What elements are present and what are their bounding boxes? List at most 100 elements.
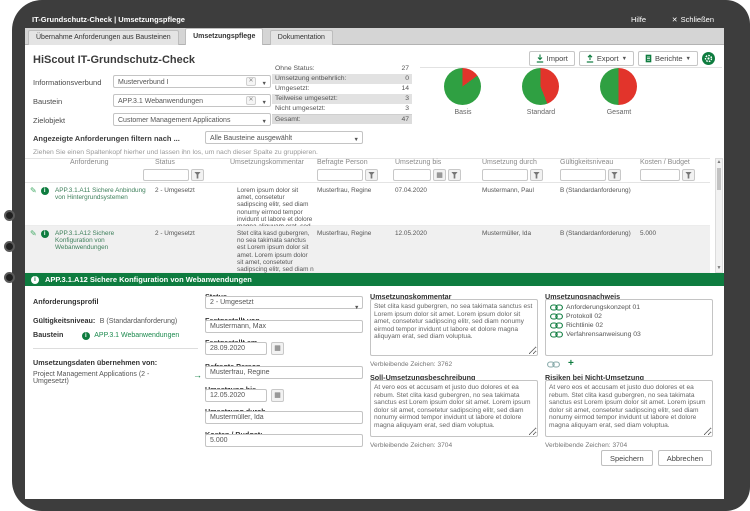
cell-status: 2 - Umgesetzt bbox=[155, 187, 227, 194]
festgestellt-von-input[interactable] bbox=[205, 320, 363, 333]
tab-umsetzungspflege[interactable]: Umsetzungspflege bbox=[185, 28, 263, 45]
filter-button[interactable] bbox=[365, 169, 378, 181]
status-summary-table: Ohne Status:27 Umsetzung entbehrlich:0 U… bbox=[272, 64, 412, 124]
risiken-counter: Verbleibende Zeichen: 3704 bbox=[545, 442, 627, 449]
nachweis-item[interactable]: Verfahrensanweisung 03 bbox=[550, 330, 708, 339]
cell-status: 2 - Umgesetzt bbox=[155, 230, 227, 237]
chevron-down-icon: ▼ bbox=[262, 117, 267, 128]
baustein-select[interactable]: APP.3.1 Webanwendungen ✕ ▼ bbox=[113, 94, 271, 107]
kosten-filter-input[interactable] bbox=[640, 169, 680, 181]
filter-button[interactable] bbox=[530, 169, 543, 181]
soll-beschreibung-textarea[interactable]: At vero eos et accusam et justo duo dolo… bbox=[370, 380, 538, 437]
link-icon bbox=[550, 304, 563, 311]
cell-umsetzung-durch: Mustermüller, Ida bbox=[482, 230, 556, 237]
summary-row: Ohne Status:27 bbox=[272, 64, 412, 74]
table-scrollbar[interactable]: ▲ ▼ bbox=[715, 158, 723, 273]
save-button[interactable]: Speichern bbox=[601, 450, 653, 466]
informationsverbund-select[interactable]: Musterverbund I ✕ ▼ bbox=[113, 75, 271, 88]
table-row[interactable]: ✎ i APP.3.1.A12 Sichere Konfiguration vo… bbox=[25, 226, 710, 273]
cell-gueltigkeitsniveau: B (Standardanforderung) bbox=[560, 187, 638, 194]
help-link[interactable]: Hilfe bbox=[631, 15, 646, 24]
close-button[interactable]: ✕Schließen bbox=[672, 15, 714, 24]
detail-header-bar[interactable]: i APP.3.1.A12 Sichere Konfiguration von … bbox=[25, 273, 724, 286]
info-icon[interactable]: i bbox=[41, 230, 49, 238]
cell-anforderung[interactable]: APP.3.1.A12 Sichere Konfiguration von We… bbox=[55, 230, 147, 252]
umsetzungskommentar-textarea[interactable]: Stet clita kasd gubergren, no sea takima… bbox=[370, 299, 538, 356]
baustein-link[interactable]: APP.3.1 Webanwendungen bbox=[94, 332, 179, 339]
calendar-button[interactable]: ▦ bbox=[271, 389, 284, 402]
pie-label-standard: Standard bbox=[509, 109, 573, 116]
tab-uebernahme-anforderungen[interactable]: Übernahme Anforderungen aus Bausteinen bbox=[28, 30, 179, 45]
scroll-up-icon[interactable]: ▲ bbox=[716, 159, 722, 166]
info-icon[interactable]: i bbox=[41, 187, 49, 195]
column-header-umsetzung-durch[interactable]: Umsetzung durch bbox=[482, 159, 556, 166]
link-icon bbox=[550, 322, 563, 329]
column-header-anforderung[interactable]: Anforderung bbox=[70, 159, 162, 166]
column-header-befragte-person[interactable]: Befragte Person bbox=[317, 159, 387, 166]
column-header-status[interactable]: Status bbox=[155, 159, 227, 166]
bausteine-filter-select[interactable]: Alle Bausteine ausgewählt ▼ bbox=[205, 131, 363, 144]
umsetzung-bis-filter-input[interactable] bbox=[393, 169, 431, 181]
close-icon: ✕ bbox=[672, 17, 678, 24]
column-header-umsetzungskommentar[interactable]: Umsetzungskommentar bbox=[230, 159, 308, 166]
column-header-kosten-budget[interactable]: Kosten / Budget bbox=[640, 159, 702, 166]
befragte-person-filter-input[interactable] bbox=[317, 169, 363, 181]
kosten-budget-input[interactable] bbox=[205, 434, 363, 447]
settings-button[interactable] bbox=[702, 52, 715, 65]
app-screen: IT-Grundschutz-Check | Umsetzungspflege … bbox=[25, 11, 724, 499]
link-icon bbox=[550, 331, 563, 338]
nachweis-list: Anforderungskonzept 01 Protokoll 02 Rich… bbox=[545, 299, 713, 356]
filter-button[interactable] bbox=[448, 169, 461, 181]
cell-befragte-person: Musterfrau, Regine bbox=[317, 187, 387, 194]
table-row[interactable]: ✎ i APP.3.1.A11 Sichere Anbindung von Hi… bbox=[25, 183, 710, 226]
clear-icon[interactable]: ✕ bbox=[246, 96, 256, 105]
add-nachweis-button[interactable]: + bbox=[568, 360, 574, 368]
befragte-person-input[interactable] bbox=[205, 366, 363, 379]
scrollbar-thumb[interactable] bbox=[717, 168, 721, 190]
cancel-button[interactable]: Abbrechen bbox=[658, 450, 712, 466]
umsetzung-durch-input[interactable] bbox=[205, 411, 363, 424]
apply-arrow-icon[interactable]: → bbox=[193, 370, 202, 380]
nachweis-item[interactable]: Protokoll 02 bbox=[550, 312, 708, 321]
umsetzung-durch-filter-input[interactable] bbox=[482, 169, 528, 181]
nachweis-item[interactable]: Anforderungskonzept 01 bbox=[550, 303, 708, 312]
cell-gueltigkeitsniveau: B (Standardanforderung) bbox=[560, 230, 638, 237]
gueltigkeitsniveau-filter-input[interactable] bbox=[560, 169, 606, 181]
calendar-button[interactable]: ▦ bbox=[433, 169, 446, 181]
panel-divider bbox=[33, 348, 198, 349]
summary-row: Teilweise umgesetzt:3 bbox=[272, 94, 412, 104]
export-button[interactable]: Export ▼ bbox=[579, 51, 634, 66]
festgestellt-am-input[interactable] bbox=[205, 342, 267, 355]
scroll-down-icon[interactable]: ▼ bbox=[716, 265, 722, 272]
calendar-button[interactable]: ▦ bbox=[271, 342, 284, 355]
info-icon: i bbox=[31, 276, 39, 284]
berichte-button[interactable]: Berichte ▼ bbox=[638, 51, 698, 66]
filter-button[interactable] bbox=[191, 169, 204, 181]
umsetzung-bis-input[interactable] bbox=[205, 389, 267, 402]
edit-icon[interactable]: ✎ bbox=[30, 187, 37, 195]
table-filter-row: ▦ bbox=[25, 168, 710, 183]
clear-icon[interactable]: ✕ bbox=[246, 77, 256, 86]
group-by-hint[interactable]: Ziehen Sie einen Spaltenkopf hierher und… bbox=[33, 149, 318, 156]
cell-anforderung[interactable]: APP.3.1.A11 Sichere Anbindung von Hinter… bbox=[55, 187, 147, 201]
tab-dokumentation[interactable]: Dokumentation bbox=[270, 30, 333, 45]
import-button[interactable]: Import bbox=[529, 51, 575, 66]
edit-icon[interactable]: ✎ bbox=[30, 230, 37, 238]
link-icon[interactable] bbox=[547, 361, 560, 368]
filter-button[interactable] bbox=[682, 169, 695, 181]
status-filter-input[interactable] bbox=[143, 169, 189, 181]
column-header-umsetzung-bis[interactable]: Umsetzung bis bbox=[395, 159, 465, 166]
export-icon bbox=[586, 54, 594, 63]
filter-button[interactable] bbox=[608, 169, 621, 181]
zielobjekt-select[interactable]: Customer Management Applications ▼ bbox=[113, 113, 271, 126]
anforderungsprofil-title: Anforderungsprofil bbox=[33, 297, 98, 306]
column-header-gueltigkeitsniveau[interactable]: Gültigkeitsniveau bbox=[560, 159, 638, 166]
status-select[interactable]: 2 - Umgesetzt ▼ bbox=[205, 296, 363, 309]
cell-umsetzung-durch: Mustermann, Paul bbox=[482, 187, 556, 194]
summary-row-total: Gesamt:47 bbox=[272, 114, 412, 124]
risiken-textarea[interactable]: At vero eos et accusam et justo duo dolo… bbox=[545, 380, 713, 437]
nachweis-item[interactable]: Richtlinie 02 bbox=[550, 321, 708, 330]
chevron-down-icon: ▼ bbox=[686, 56, 691, 62]
chevron-down-icon: ▼ bbox=[354, 305, 359, 311]
funnel-icon bbox=[685, 172, 692, 179]
